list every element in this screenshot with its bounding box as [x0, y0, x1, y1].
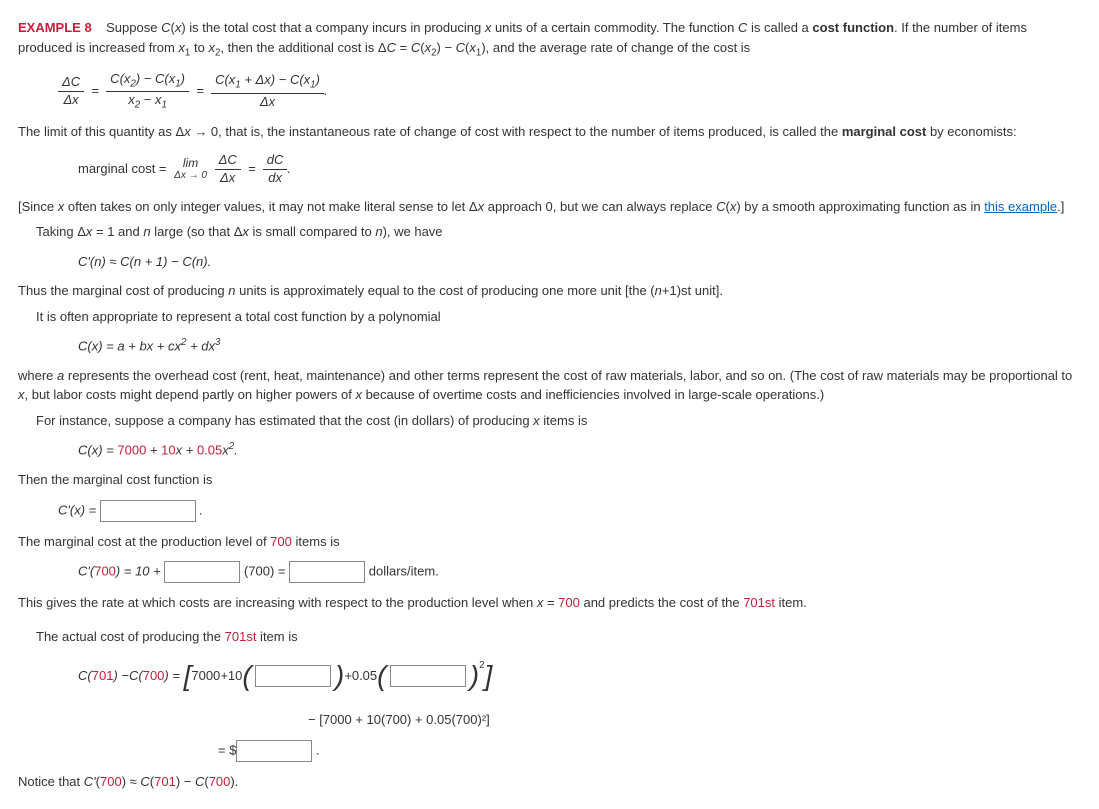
- n701st-b: 701st: [225, 629, 257, 644]
- marginal-cost-label: marginal cost: [842, 124, 927, 139]
- t: and predicts the cost of the: [580, 595, 743, 610]
- marginal-cost-formula: marginal cost = limΔx → 0 ΔCΔx = dCdx.: [78, 152, 1078, 187]
- t: The limit of this quantity as: [18, 124, 176, 139]
- eq-dollar-row: = $ .: [218, 740, 1078, 762]
- t: marginal cost =: [78, 161, 167, 176]
- x1-input[interactable]: [255, 665, 331, 687]
- t: , and the average rate of change of the …: [486, 40, 751, 55]
- example-label: EXAMPLE 8: [18, 20, 92, 35]
- thus-paragraph: Thus the marginal cost of producing n un…: [18, 281, 1078, 301]
- t: to: [190, 40, 208, 55]
- t: large (so that: [151, 224, 234, 239]
- t: = $: [218, 742, 236, 757]
- taking-paragraph: Taking Δx = 1 and n large (so that Δx is…: [36, 222, 1078, 242]
- t: 0.05: [197, 443, 222, 458]
- t: , but labor costs might depend partly on…: [25, 387, 356, 402]
- t: and: [114, 224, 143, 239]
- t: where: [18, 368, 57, 383]
- minus-line: − [7000 + 10(700) + 0.05(700)²]: [308, 710, 1078, 730]
- t: For instance, suppose a company has esti…: [36, 413, 533, 428]
- dollar-result-input[interactable]: [236, 740, 312, 762]
- this-example-link[interactable]: this example: [984, 199, 1057, 214]
- cprime-input[interactable]: [100, 500, 196, 522]
- t: , then the additional cost is: [220, 40, 378, 55]
- n700: 700: [270, 534, 292, 549]
- t: is called a: [747, 20, 812, 35]
- t: because of overtime costs and inefficien…: [362, 387, 824, 402]
- t: Suppose: [106, 20, 161, 35]
- t: items is: [540, 413, 588, 428]
- t: 7000: [117, 443, 146, 458]
- t: The actual cost of producing the: [36, 629, 225, 644]
- coef-input[interactable]: [164, 561, 240, 583]
- c700-row: C'(700) = 10 + (700) = dollars/item.: [78, 561, 1078, 583]
- cprime-blank-row: C'(x) = .: [58, 500, 1078, 522]
- cost-function-formula: C(x) = 7000 + 10x + 0.05x2.: [78, 440, 1078, 460]
- x2-input[interactable]: [390, 665, 466, 687]
- t: , that is, the instantaneous rate of cha…: [218, 124, 842, 139]
- t: approach 0, but we can always replace: [484, 199, 716, 214]
- t: by economists:: [926, 124, 1016, 139]
- for-instance-paragraph: For instance, suppose a company has esti…: [36, 411, 1078, 431]
- c701-row: C(701) − C(700) = [7000 + 10( ) + 0.05( …: [78, 662, 492, 690]
- t: Notice that: [18, 774, 84, 789]
- t: units is approximately equal to the cost…: [236, 283, 655, 298]
- avg-rate-formula: ΔCΔx = C(x2) − C(x1)x2 − x1 = C(x1 + Δx)…: [58, 71, 1078, 113]
- t: The marginal cost at the production leve…: [18, 534, 270, 549]
- n701st: 701st: [743, 595, 775, 610]
- cost-function-label: cost function: [812, 20, 894, 35]
- t: − [7000 + 10(700) + 0.05(700)²]: [308, 712, 490, 727]
- actual-paragraph: The actual cost of producing the 701st i…: [36, 627, 1078, 647]
- n700b: 700: [558, 595, 580, 610]
- gives-rate-paragraph: This gives the rate at which costs are i…: [18, 593, 1078, 613]
- where-paragraph: where a represents the overhead cost (re…: [18, 366, 1078, 405]
- marginal-at-paragraph: The marginal cost at the production leve…: [18, 532, 1078, 552]
- t: is small compared to: [249, 224, 375, 239]
- t: .]: [1057, 199, 1064, 214]
- notice-paragraph: Notice that C'(700) ≈ C(701) − C(700).: [18, 772, 1078, 792]
- t: represents the overhead cost (rent, heat…: [64, 368, 1072, 383]
- limit-paragraph: The limit of this quantity as Δx → 0, th…: [18, 122, 1078, 142]
- then-marginal-paragraph: Then the marginal cost function is: [18, 470, 1078, 490]
- t: units of a certain commodity. The functi…: [491, 20, 738, 35]
- often-paragraph: It is often appropriate to represent a t…: [36, 307, 1078, 327]
- t: often takes on only integer values, it m…: [64, 199, 469, 214]
- since-paragraph: [Since x often takes on only integer val…: [18, 197, 1078, 217]
- t: items is: [292, 534, 340, 549]
- t: (700) =: [244, 564, 289, 579]
- t: +1)st unit].: [662, 283, 723, 298]
- t: This gives the rate at which costs are i…: [18, 595, 537, 610]
- t: 10: [161, 443, 175, 458]
- t: dollars/item.: [365, 564, 439, 579]
- t: Taking: [36, 224, 77, 239]
- polynomial-formula: C(x) = a + bx + cx2 + dx3: [78, 336, 1078, 356]
- t: [Since: [18, 199, 58, 214]
- intro-paragraph: EXAMPLE 8 Suppose C(x) is the total cost…: [18, 18, 1078, 61]
- t: is the total cost that a company incurs …: [186, 20, 485, 35]
- t: Thus the marginal cost of producing: [18, 283, 228, 298]
- c700-result-input[interactable]: [289, 561, 365, 583]
- t: item is: [256, 629, 297, 644]
- t: item.: [775, 595, 807, 610]
- t: ), we have: [383, 224, 443, 239]
- t: by a smooth approximating function as in: [741, 199, 985, 214]
- cprime-approx-formula: C'(n) ≈ C(n + 1) − C(n).: [78, 252, 1078, 272]
